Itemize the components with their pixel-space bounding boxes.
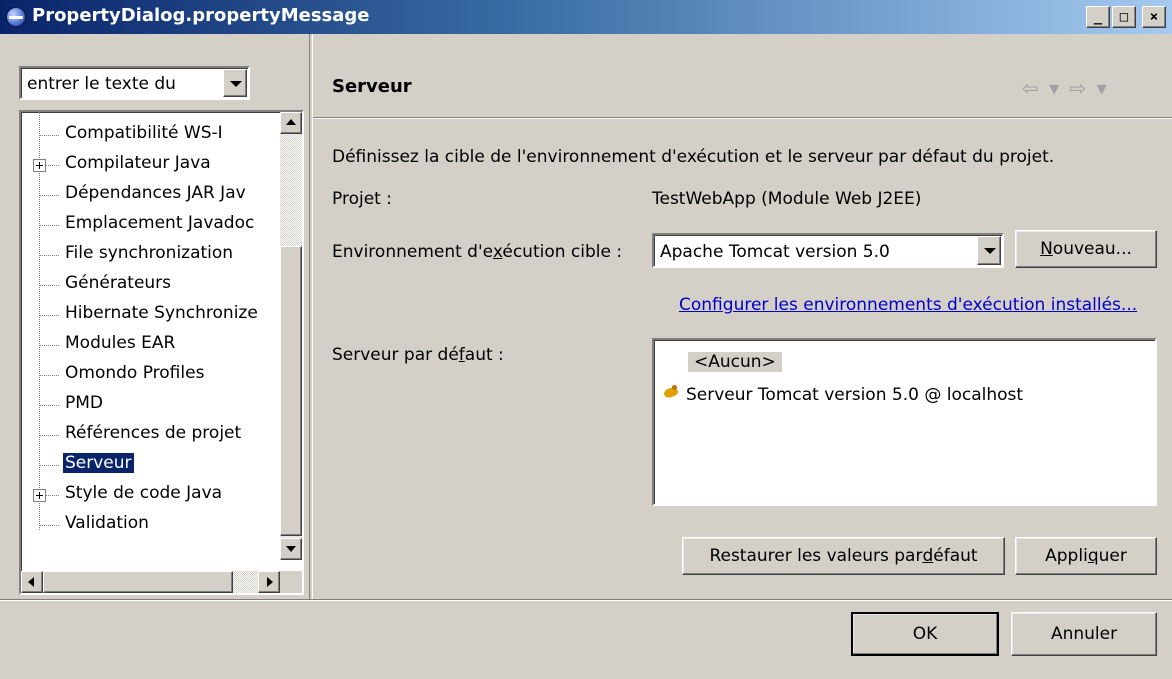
page-title: Serveur bbox=[332, 76, 412, 97]
tree-item-label: Serveur bbox=[62, 452, 135, 474]
tree-item-label: Validation bbox=[65, 513, 149, 533]
tree-item-label: Hibernate Synchronize bbox=[65, 303, 258, 323]
configure-runtimes-link[interactable]: Configurer les environnements d'exécutio… bbox=[679, 295, 1137, 315]
restore-defaults-button[interactable]: Restaurer les valeurs par d éfaut bbox=[682, 537, 1005, 575]
list-item[interactable]: Serveur Tomcat version 5.0 @ localhost bbox=[662, 384, 1023, 405]
tree-item-label: Compilateur Java bbox=[65, 153, 211, 173]
tree-item-label: Omondo Profiles bbox=[65, 363, 205, 383]
expand-icon[interactable] bbox=[33, 159, 46, 172]
horizontal-scroll-thumb[interactable] bbox=[43, 571, 233, 593]
tree-item-label: Références de projet bbox=[65, 423, 242, 443]
page-description: Définissez la cible de l'environnement d… bbox=[332, 147, 1055, 167]
cancel-button[interactable]: Annuler bbox=[1011, 612, 1157, 656]
apply-button[interactable]: Appli q uer bbox=[1015, 537, 1157, 575]
tree-item-label: Générateurs bbox=[65, 273, 172, 293]
ok-button[interactable]: OK bbox=[851, 612, 999, 656]
tree-item-label: File synchronization bbox=[65, 243, 234, 263]
tree-item-label: Modules EAR bbox=[65, 333, 176, 353]
eclipse-icon bbox=[6, 7, 26, 27]
page-nav: ⇦ ▾ ⇨ ▾ bbox=[1022, 76, 1109, 100]
vertical-scroll-thumb[interactable] bbox=[280, 246, 302, 536]
tree-vertical-scrollbar[interactable] bbox=[280, 112, 302, 560]
runtime-label: Environnement d'exécution cible : bbox=[332, 242, 623, 262]
scroll-left-icon[interactable] bbox=[21, 571, 43, 593]
back-arrow-icon[interactable]: ⇦ ▾ bbox=[1022, 76, 1061, 100]
default-server-list[interactable]: <Aucun> Serveur Tomcat version 5.0 @ loc… bbox=[652, 338, 1157, 506]
tree-item-label: Style de code Java bbox=[65, 483, 223, 503]
tomcat-server-icon bbox=[662, 384, 682, 402]
scroll-right-icon[interactable] bbox=[258, 571, 280, 593]
tree-item-label: Compatibilité WS-I bbox=[65, 123, 223, 143]
window-title: PropertyDialog.propertyMessage bbox=[32, 5, 370, 26]
forward-arrow-icon[interactable]: ⇨ ▾ bbox=[1070, 76, 1109, 100]
maximize-button[interactable]: □ bbox=[1112, 6, 1136, 28]
scroll-down-icon[interactable] bbox=[280, 538, 302, 560]
filter-dropdown-button[interactable] bbox=[223, 69, 247, 97]
property-tree[interactable]: Compatibilité WS-I Compilateur Java Dépe… bbox=[19, 110, 304, 595]
scroll-up-icon[interactable] bbox=[280, 112, 302, 134]
new-runtime-button[interactable]: Nouveau... bbox=[1015, 230, 1157, 268]
tree-item-label: PMD bbox=[65, 393, 104, 413]
tree-item-label: Dépendances JAR Jav bbox=[65, 183, 246, 203]
footer-separator bbox=[0, 599, 1172, 601]
tree-item-label: Emplacement Javadoc bbox=[65, 213, 255, 233]
project-value: TestWebApp (Module Web J2EE) bbox=[652, 189, 922, 209]
filter-input[interactable]: entrer le texte du bbox=[19, 66, 250, 100]
project-label: Projet : bbox=[332, 189, 392, 209]
runtime-select[interactable]: Apache Tomcat version 5.0 bbox=[652, 233, 1004, 268]
scrollbar-corner bbox=[280, 571, 302, 593]
close-button[interactable]: × bbox=[1142, 6, 1166, 28]
filter-value: entrer le texte du bbox=[27, 74, 176, 94]
list-item[interactable]: <Aucun> bbox=[688, 352, 782, 372]
minimize-button[interactable]: _ bbox=[1086, 6, 1110, 28]
title-bar: PropertyDialog.propertyMessage _ □ × bbox=[0, 0, 1172, 34]
title-separator bbox=[313, 117, 1172, 119]
default-server-label: Serveur par défaut : bbox=[332, 345, 504, 365]
runtime-dropdown-button[interactable] bbox=[977, 236, 1001, 265]
tree-horizontal-scrollbar[interactable] bbox=[21, 571, 280, 593]
expand-icon[interactable] bbox=[33, 489, 46, 502]
runtime-value: Apache Tomcat version 5.0 bbox=[660, 242, 890, 262]
tree-guide-line bbox=[39, 112, 40, 530]
